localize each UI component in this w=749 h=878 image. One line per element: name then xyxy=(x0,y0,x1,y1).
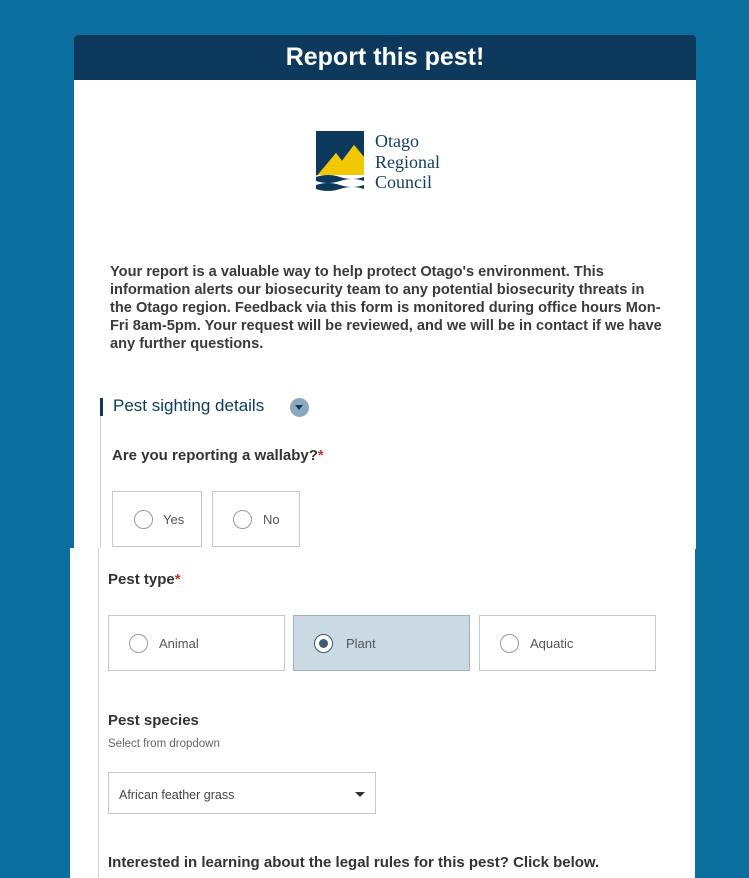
council-logo-text: Otago Regional Council xyxy=(375,131,485,193)
radio-icon[interactable] xyxy=(129,634,148,653)
chevron-down-icon[interactable] xyxy=(355,792,365,797)
logo-line-1: Otago xyxy=(375,131,419,151)
radio-selected-icon[interactable] xyxy=(314,634,333,653)
logo-line-3: Council xyxy=(375,172,432,192)
intro-text: Your report is a valuable way to help pr… xyxy=(110,264,662,352)
section-title: Pest sighting details xyxy=(113,396,265,415)
section-divider-line xyxy=(98,548,99,878)
pest-type-question-text: Pest type xyxy=(108,571,175,588)
council-logo: Otago Regional Council xyxy=(316,131,476,195)
pest-type-option-plant-label: Plant xyxy=(346,636,376,651)
pest-type-option-animal-label: Animal xyxy=(159,636,199,651)
radio-icon[interactable] xyxy=(500,634,519,653)
wallaby-option-no[interactable]: No xyxy=(212,491,300,547)
required-asterisk: * xyxy=(174,571,181,588)
pest-species-label: Pest species xyxy=(108,712,199,729)
pest-species-helper: Select from dropdown xyxy=(108,738,220,750)
legal-rules-prompt: Interested in learning about the legal r… xyxy=(108,854,600,871)
radio-icon[interactable] xyxy=(134,510,153,529)
section-divider-line xyxy=(100,416,101,549)
pest-species-select[interactable]: African feather grass xyxy=(108,772,376,814)
wallaby-question: Are you reporting a wallaby?* xyxy=(112,447,324,464)
form-card-top: Report this pest! Otago Regional Council… xyxy=(74,35,696,549)
pest-type-option-aquatic[interactable]: Aquatic xyxy=(479,615,656,671)
section-accent-bar xyxy=(100,398,103,416)
form-header: Report this pest! xyxy=(74,35,696,80)
pest-type-option-animal[interactable]: Animal xyxy=(108,615,285,671)
section-collapse-toggle-icon[interactable] xyxy=(290,398,309,417)
council-logo-icon xyxy=(316,131,364,195)
wallaby-option-yes-label: Yes xyxy=(163,512,185,527)
pest-species-selected-value: African feather grass xyxy=(119,788,235,802)
radio-icon[interactable] xyxy=(233,510,252,529)
wallaby-question-text: Are you reporting a wallaby? xyxy=(112,447,318,464)
required-asterisk: * xyxy=(317,447,324,464)
pest-type-option-aquatic-label: Aquatic xyxy=(530,636,574,651)
pest-type-question: Pest type* xyxy=(108,571,181,588)
wallaby-option-yes[interactable]: Yes xyxy=(112,491,202,547)
pest-type-option-plant[interactable]: Plant xyxy=(293,615,470,671)
form-card-bottom: Pest type* Animal Plant Aquatic Pest spe… xyxy=(70,548,695,878)
logo-line-2: Regional xyxy=(375,151,440,172)
wallaby-option-no-label: No xyxy=(263,512,280,527)
